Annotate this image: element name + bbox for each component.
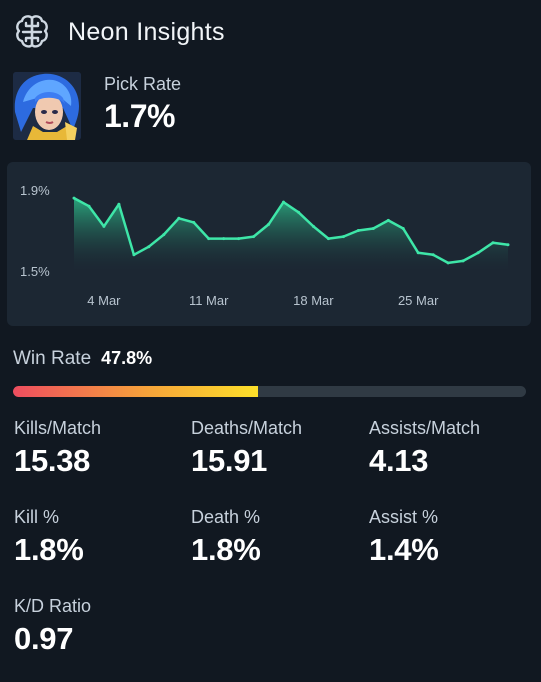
stat-label: Kill % bbox=[14, 507, 60, 527]
chart-data-point[interactable] bbox=[341, 235, 345, 239]
chart-data-point[interactable] bbox=[491, 241, 495, 245]
stat-label: Kills/Match bbox=[14, 418, 102, 438]
hero-avatar bbox=[13, 72, 81, 140]
win-rate-bar-fill bbox=[13, 386, 259, 397]
chart-data-point[interactable] bbox=[237, 237, 241, 241]
win-rate-label: Win Rate bbox=[13, 348, 92, 369]
x-tick-label: 11 Mar bbox=[189, 293, 229, 308]
page-title: Neon Insights bbox=[68, 17, 225, 46]
chart-data-point[interactable] bbox=[102, 224, 106, 228]
chart-data-point[interactable] bbox=[132, 253, 136, 257]
stat-deaths-per-match: Deaths/Match 15.91 bbox=[191, 418, 302, 479]
chart-data-point[interactable] bbox=[177, 216, 181, 220]
chart-data-point[interactable] bbox=[476, 251, 480, 255]
chart-data-point[interactable] bbox=[87, 204, 91, 208]
chart-data-point[interactable] bbox=[207, 237, 211, 241]
stat-value: 1.4% bbox=[369, 532, 439, 567]
stat-value: 1.8% bbox=[191, 532, 261, 567]
chart-data-point[interactable] bbox=[192, 220, 196, 224]
chart-data-point[interactable] bbox=[356, 229, 360, 232]
stat-death-percent: Death % 1.8% bbox=[191, 507, 261, 568]
pick-rate-chart: 1.9% 1.5% 4 Mar 11 Mar 18 Mar 25 Mar bbox=[7, 162, 531, 326]
stat-kills-per-match: Kills/Match 15.38 bbox=[14, 418, 101, 479]
chart-data-point[interactable] bbox=[506, 243, 510, 247]
chart-data-point[interactable] bbox=[446, 261, 450, 265]
chart-data-point[interactable] bbox=[252, 235, 256, 239]
stat-value: 15.38 bbox=[14, 443, 91, 478]
chart-data-point[interactable] bbox=[282, 200, 285, 204]
y-tick-label-bottom: 1.5% bbox=[20, 264, 50, 279]
chart-data-point[interactable] bbox=[326, 237, 330, 241]
stat-kill-percent: Kill % 1.8% bbox=[14, 507, 84, 568]
chart-data-point[interactable] bbox=[416, 251, 420, 255]
stat-label: Deaths/Match bbox=[191, 418, 303, 438]
x-tick-label: 4 Mar bbox=[87, 293, 121, 308]
win-rate: Win Rate 47.8% bbox=[13, 348, 152, 370]
y-tick-label-top: 1.9% bbox=[20, 183, 50, 198]
pick-rate-chart-svg: 1.9% 1.5% 4 Mar 11 Mar 18 Mar 25 Mar bbox=[20, 183, 510, 308]
chart-data-point[interactable] bbox=[72, 196, 76, 200]
chart-data-point[interactable] bbox=[222, 237, 226, 241]
chart-data-point[interactable] bbox=[431, 253, 435, 257]
chart-data-point[interactable] bbox=[386, 218, 390, 222]
stat-assists-per-match: Assists/Match 4.13 bbox=[369, 418, 480, 479]
stat-value: 15.91 bbox=[191, 443, 268, 478]
chart-data-point[interactable] bbox=[147, 245, 151, 249]
chart-data-point[interactable] bbox=[461, 259, 465, 263]
pick-rate-label: Pick Rate bbox=[104, 74, 182, 94]
brain-icon bbox=[16, 15, 48, 48]
x-tick-label: 18 Mar bbox=[293, 293, 334, 308]
stat-value: 0.97 bbox=[14, 621, 74, 656]
chart-data-point[interactable] bbox=[311, 224, 315, 228]
stat-value: 1.8% bbox=[14, 532, 84, 567]
pick-rate-value: 1.7% bbox=[104, 98, 175, 134]
stat-label: Assist % bbox=[369, 507, 439, 527]
win-rate-bar bbox=[13, 386, 526, 397]
chart-data-point[interactable] bbox=[371, 227, 375, 230]
stat-label: Assists/Match bbox=[369, 418, 481, 438]
win-rate-value: 47.8% bbox=[101, 348, 153, 368]
chart-data-point[interactable] bbox=[297, 210, 300, 214]
stat-label: Death % bbox=[191, 507, 261, 527]
x-tick-label: 25 Mar bbox=[398, 293, 439, 308]
header: Neon Insights bbox=[12, 12, 225, 52]
stat-kd-ratio: K/D Ratio 0.97 bbox=[14, 596, 91, 657]
chart-data-point[interactable] bbox=[267, 222, 271, 226]
stat-assist-percent: Assist % 1.4% bbox=[369, 507, 439, 568]
stat-value: 4.13 bbox=[369, 443, 429, 478]
chart-data-point[interactable] bbox=[401, 227, 405, 230]
stat-label: K/D Ratio bbox=[14, 596, 92, 616]
chart-data-point[interactable] bbox=[117, 202, 121, 206]
chart-data-point[interactable] bbox=[162, 233, 166, 237]
hero-section: Pick Rate 1.7% bbox=[13, 72, 181, 140]
